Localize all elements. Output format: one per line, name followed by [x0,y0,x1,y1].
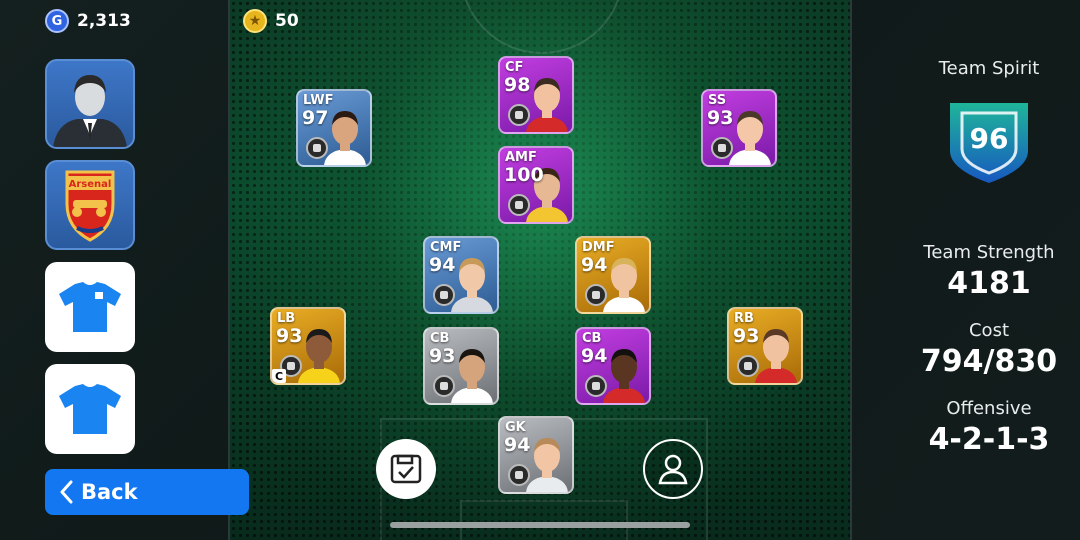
player-portrait-icon [603,258,645,312]
away-kit-button[interactable] [45,364,135,454]
player-card[interactable]: LB 93 C [270,307,346,385]
save-formation-button[interactable] [376,439,436,499]
skill-chip-icon [508,104,530,126]
game-screen: G 2,313 ★ 50 Arsenal Back CF 98 LWF 97 S… [0,0,1080,540]
player-position: DMF [582,240,615,255]
back-button[interactable]: Back [45,469,249,515]
gp-value: 2,313 [77,11,131,31]
player-card[interactable]: CF 98 [498,56,574,134]
back-label: Back [81,480,138,504]
player-portrait-icon [451,258,493,312]
gp-coin-icon: G [45,9,69,33]
player-portrait-icon [298,329,340,383]
skill-chip-icon [306,137,328,159]
player-profile-button[interactable] [643,439,703,499]
player-rating: 97 [302,107,329,129]
player-rating: 93 [733,325,760,347]
team-spirit-shield: 96 [950,103,1028,183]
player-card[interactable]: RB 93 [727,307,803,385]
player-rating: 94 [504,434,531,456]
player-position: CB [430,331,450,346]
home-kit-button[interactable] [45,262,135,352]
player-card[interactable]: LWF 97 [296,89,372,167]
skill-chip-icon [433,375,455,397]
cost-label: Cost [968,320,1010,341]
formation-value: 4-2-1-3 [928,422,1050,457]
team-spirit-label: Team Spirit [938,58,1040,79]
coin-balance: ★ 50 [243,9,299,33]
player-rating: 93 [429,345,456,367]
club-badge-text: Arsenal [69,179,112,190]
player-position: GK [505,420,526,435]
player-position: CB [582,331,602,346]
skill-chip-icon [737,355,759,377]
team-spirit-value: 96 [970,122,1009,155]
gp-balance: G 2,313 [45,9,131,33]
player-card[interactable]: SS 93 [701,89,777,167]
player-rating: 98 [504,74,531,96]
player-rating: 94 [581,254,608,276]
team-strength-label: Team Strength [923,242,1055,263]
player-position: AMF [505,150,537,165]
away-kit-icon [59,384,121,434]
player-rating: 94 [429,254,456,276]
skill-chip-icon [711,137,733,159]
player-portrait-icon [526,78,568,132]
chevron-left-icon [60,480,73,504]
skill-chip-icon [433,284,455,306]
player-position: RB [734,311,754,326]
cost-value: 794/830 [920,344,1058,379]
player-card[interactable]: CB 93 [423,327,499,405]
player-card[interactable]: DMF 94 [575,236,651,314]
home-indicator [390,522,690,528]
captain-badge: C [272,369,286,383]
club-badge-button[interactable]: Arsenal [45,160,135,250]
skill-chip-icon [508,194,530,216]
coin-value: 50 [275,11,299,31]
player-portrait-icon [603,349,645,403]
player-rating: 93 [707,107,734,129]
player-portrait-icon [324,111,366,165]
skill-chip-icon [508,464,530,486]
manager-button[interactable] [45,59,135,149]
team-strength-value: 4181 [947,266,1031,301]
tactic-label: Offensive [946,398,1032,419]
home-kit-icon [59,282,121,332]
player-rating: 93 [276,325,303,347]
pitch-center-arc [460,0,624,54]
player-portrait-icon [526,438,568,492]
pitch-goal-box [460,500,628,540]
save-formation-icon [390,454,422,484]
player-position: SS [708,93,727,108]
player-card[interactable]: AMF 100 [498,146,574,224]
player-portrait-icon [755,329,797,383]
player-position: LWF [303,93,334,108]
player-card[interactable]: CMF 94 [423,236,499,314]
player-rating: 94 [581,345,608,367]
player-card[interactable]: CB 94 [575,327,651,405]
skill-chip-icon [585,375,607,397]
player-rating: 100 [504,164,544,186]
star-coin-icon: ★ [243,9,267,33]
skill-chip-icon [585,284,607,306]
player-position: CF [505,60,524,75]
arsenal-badge-icon: Arsenal [65,170,115,242]
player-portrait-icon [451,349,493,403]
player-position: CMF [430,240,462,255]
person-icon [658,454,688,485]
player-portrait-icon [729,111,771,165]
player-position: LB [277,311,296,326]
player-card[interactable]: GK 94 [498,416,574,494]
manager-avatar-icon [53,75,127,147]
